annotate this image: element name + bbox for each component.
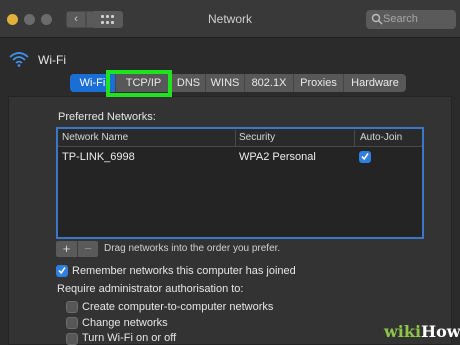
network-security-cell: WPA2 Personal [239, 151, 316, 163]
remove-network-button[interactable]: − [77, 241, 98, 257]
wikihow-watermark: wikiHow [384, 322, 460, 341]
column-network-name[interactable]: Network Name [62, 132, 128, 143]
tcpip-highlight-box [106, 70, 172, 97]
table-header: Network Name Security Auto-Join [58, 129, 422, 147]
watermark-how: How [421, 322, 460, 341]
column-divider [235, 130, 236, 146]
title-bar: ‹ › Network Search [0, 0, 460, 38]
change-networks-checkbox[interactable] [66, 317, 78, 329]
change-networks-label: Change networks [82, 317, 168, 329]
tab-wins[interactable]: WINS [205, 74, 244, 92]
column-auto-join[interactable]: Auto-Join [360, 132, 402, 143]
column-divider [354, 130, 355, 146]
create-c2c-checkbox[interactable] [66, 301, 78, 313]
tab-dns[interactable]: DNS [171, 74, 205, 92]
require-admin-label: Require administrator authorisation to: [57, 283, 244, 295]
preferred-networks-table[interactable]: Network Name Security Auto-Join TP-LINK_… [56, 127, 424, 239]
search-field[interactable]: Search [366, 10, 456, 29]
network-name-cell[interactable]: TP-LINK_6998 [62, 151, 135, 163]
drag-hint-text: Drag networks into the order you prefer. [104, 243, 281, 254]
checkmark-icon [58, 267, 66, 275]
checkmark-icon [361, 153, 369, 161]
search-placeholder: Search [383, 13, 418, 25]
create-c2c-label: Create computer-to-computer networks [82, 301, 274, 313]
auto-join-checkbox[interactable] [359, 151, 371, 163]
preferred-networks-label: Preferred Networks: [58, 111, 156, 123]
add-network-button[interactable]: + [56, 241, 77, 257]
tab-proxies[interactable]: Proxies [293, 74, 343, 92]
remember-networks-label: Remember networks this computer has join… [72, 265, 296, 277]
service-name: Wi-Fi [38, 53, 66, 67]
tab-8021x[interactable]: 802.1X [244, 74, 293, 92]
watermark-wiki: wiki [384, 322, 422, 341]
tab-hardware[interactable]: Hardware [343, 74, 406, 92]
toggle-wifi-checkbox[interactable] [66, 333, 78, 345]
toggle-wifi-label: Turn Wi-Fi on or off [82, 332, 177, 344]
column-security[interactable]: Security [239, 132, 275, 143]
wifi-icon [9, 52, 29, 67]
add-remove-control: + − [56, 241, 98, 257]
remember-networks-checkbox[interactable] [56, 265, 68, 277]
